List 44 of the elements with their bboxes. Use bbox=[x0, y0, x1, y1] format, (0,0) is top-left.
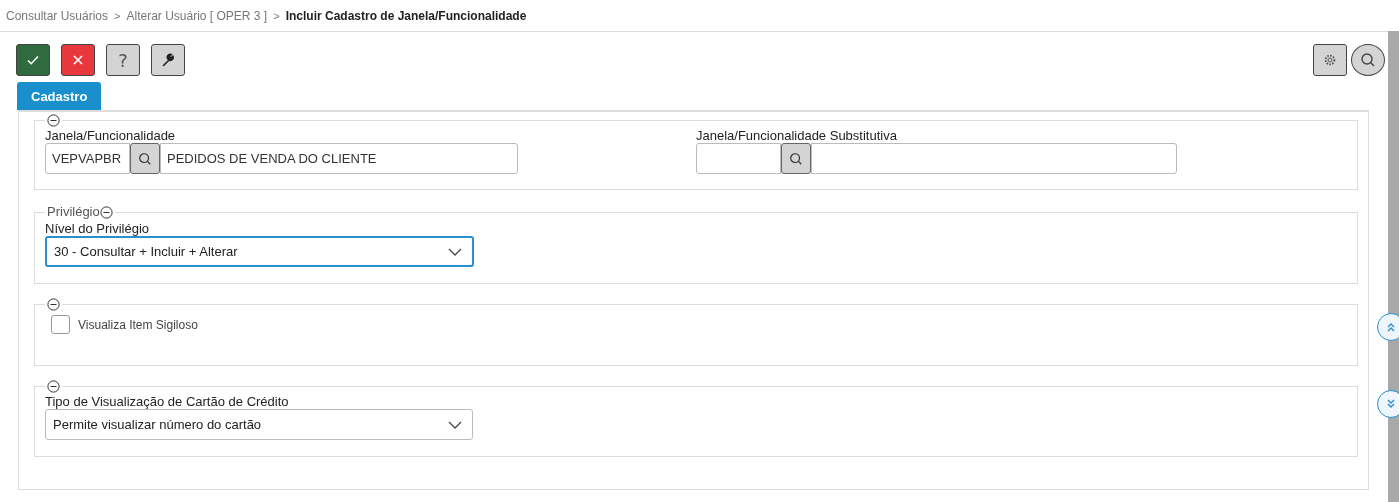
description-field[interactable] bbox=[811, 143, 1177, 174]
search-button[interactable] bbox=[781, 143, 811, 174]
breadcrumb-item: Incluir Cadastro de Janela/Funcionalidade bbox=[285, 8, 527, 23]
chevron-down-icon bbox=[448, 420, 462, 429]
breadcrumb-item[interactable]: Consultar Usuários bbox=[6, 8, 109, 23]
chevron-down-icon bbox=[448, 247, 462, 256]
breadcrumb-separator: > bbox=[114, 9, 121, 22]
checkbox[interactable] bbox=[51, 315, 70, 334]
wrench-icon bbox=[161, 53, 175, 67]
check-icon bbox=[26, 53, 40, 67]
collapse-icon[interactable] bbox=[99, 205, 113, 219]
code-field[interactable] bbox=[696, 143, 781, 174]
code-field[interactable]: VEPVAPBR bbox=[45, 143, 130, 174]
collapse-icon[interactable] bbox=[47, 380, 60, 393]
description-field[interactable]: PEDIDOS DE VENDA DO CLIENTE bbox=[160, 143, 518, 174]
search-button[interactable] bbox=[1351, 44, 1385, 76]
cancel-button[interactable] bbox=[61, 44, 95, 76]
field-label: Janela/Funcionalidade Substitutiva bbox=[696, 128, 898, 143]
settings-button[interactable] bbox=[1313, 44, 1347, 76]
close-icon bbox=[72, 54, 84, 66]
checkbox-label: Visualiza Item Sigiloso bbox=[78, 317, 198, 332]
breadcrumb-separator: > bbox=[273, 9, 280, 22]
collapse-icon[interactable] bbox=[47, 114, 60, 127]
tools-button[interactable] bbox=[151, 44, 185, 76]
section-title: Privilégio bbox=[47, 204, 100, 220]
search-button[interactable] bbox=[130, 143, 160, 174]
field-label: Tipo de Visualização de Cartão de Crédito bbox=[45, 394, 290, 409]
tab[interactable]: Cadastro bbox=[17, 82, 102, 110]
help-button[interactable]: ? bbox=[106, 44, 140, 76]
collapse-icon[interactable] bbox=[47, 298, 60, 311]
double-chevron-up-icon bbox=[1386, 322, 1396, 332]
field-label: Nível do Privilégio bbox=[45, 221, 151, 236]
settings-icon bbox=[1323, 53, 1337, 67]
confirm-button[interactable] bbox=[16, 44, 50, 76]
breadcrumb-item[interactable]: Alterar Usuário [ OPER 3 ] bbox=[126, 8, 268, 23]
scroll-bottom-button[interactable] bbox=[1377, 390, 1399, 418]
search-icon bbox=[138, 151, 152, 166]
double-chevron-down-icon bbox=[1386, 399, 1396, 409]
scroll-top-button[interactable] bbox=[1377, 313, 1399, 341]
dropdown[interactable]: Permite visualizar número do cartão bbox=[45, 409, 473, 440]
dropdown[interactable]: 30 - Consultar + Incluir + Alterar bbox=[45, 236, 474, 267]
search-icon bbox=[1360, 52, 1376, 68]
search-icon bbox=[789, 151, 803, 166]
field-label: Janela/Funcionalidade bbox=[45, 128, 177, 143]
